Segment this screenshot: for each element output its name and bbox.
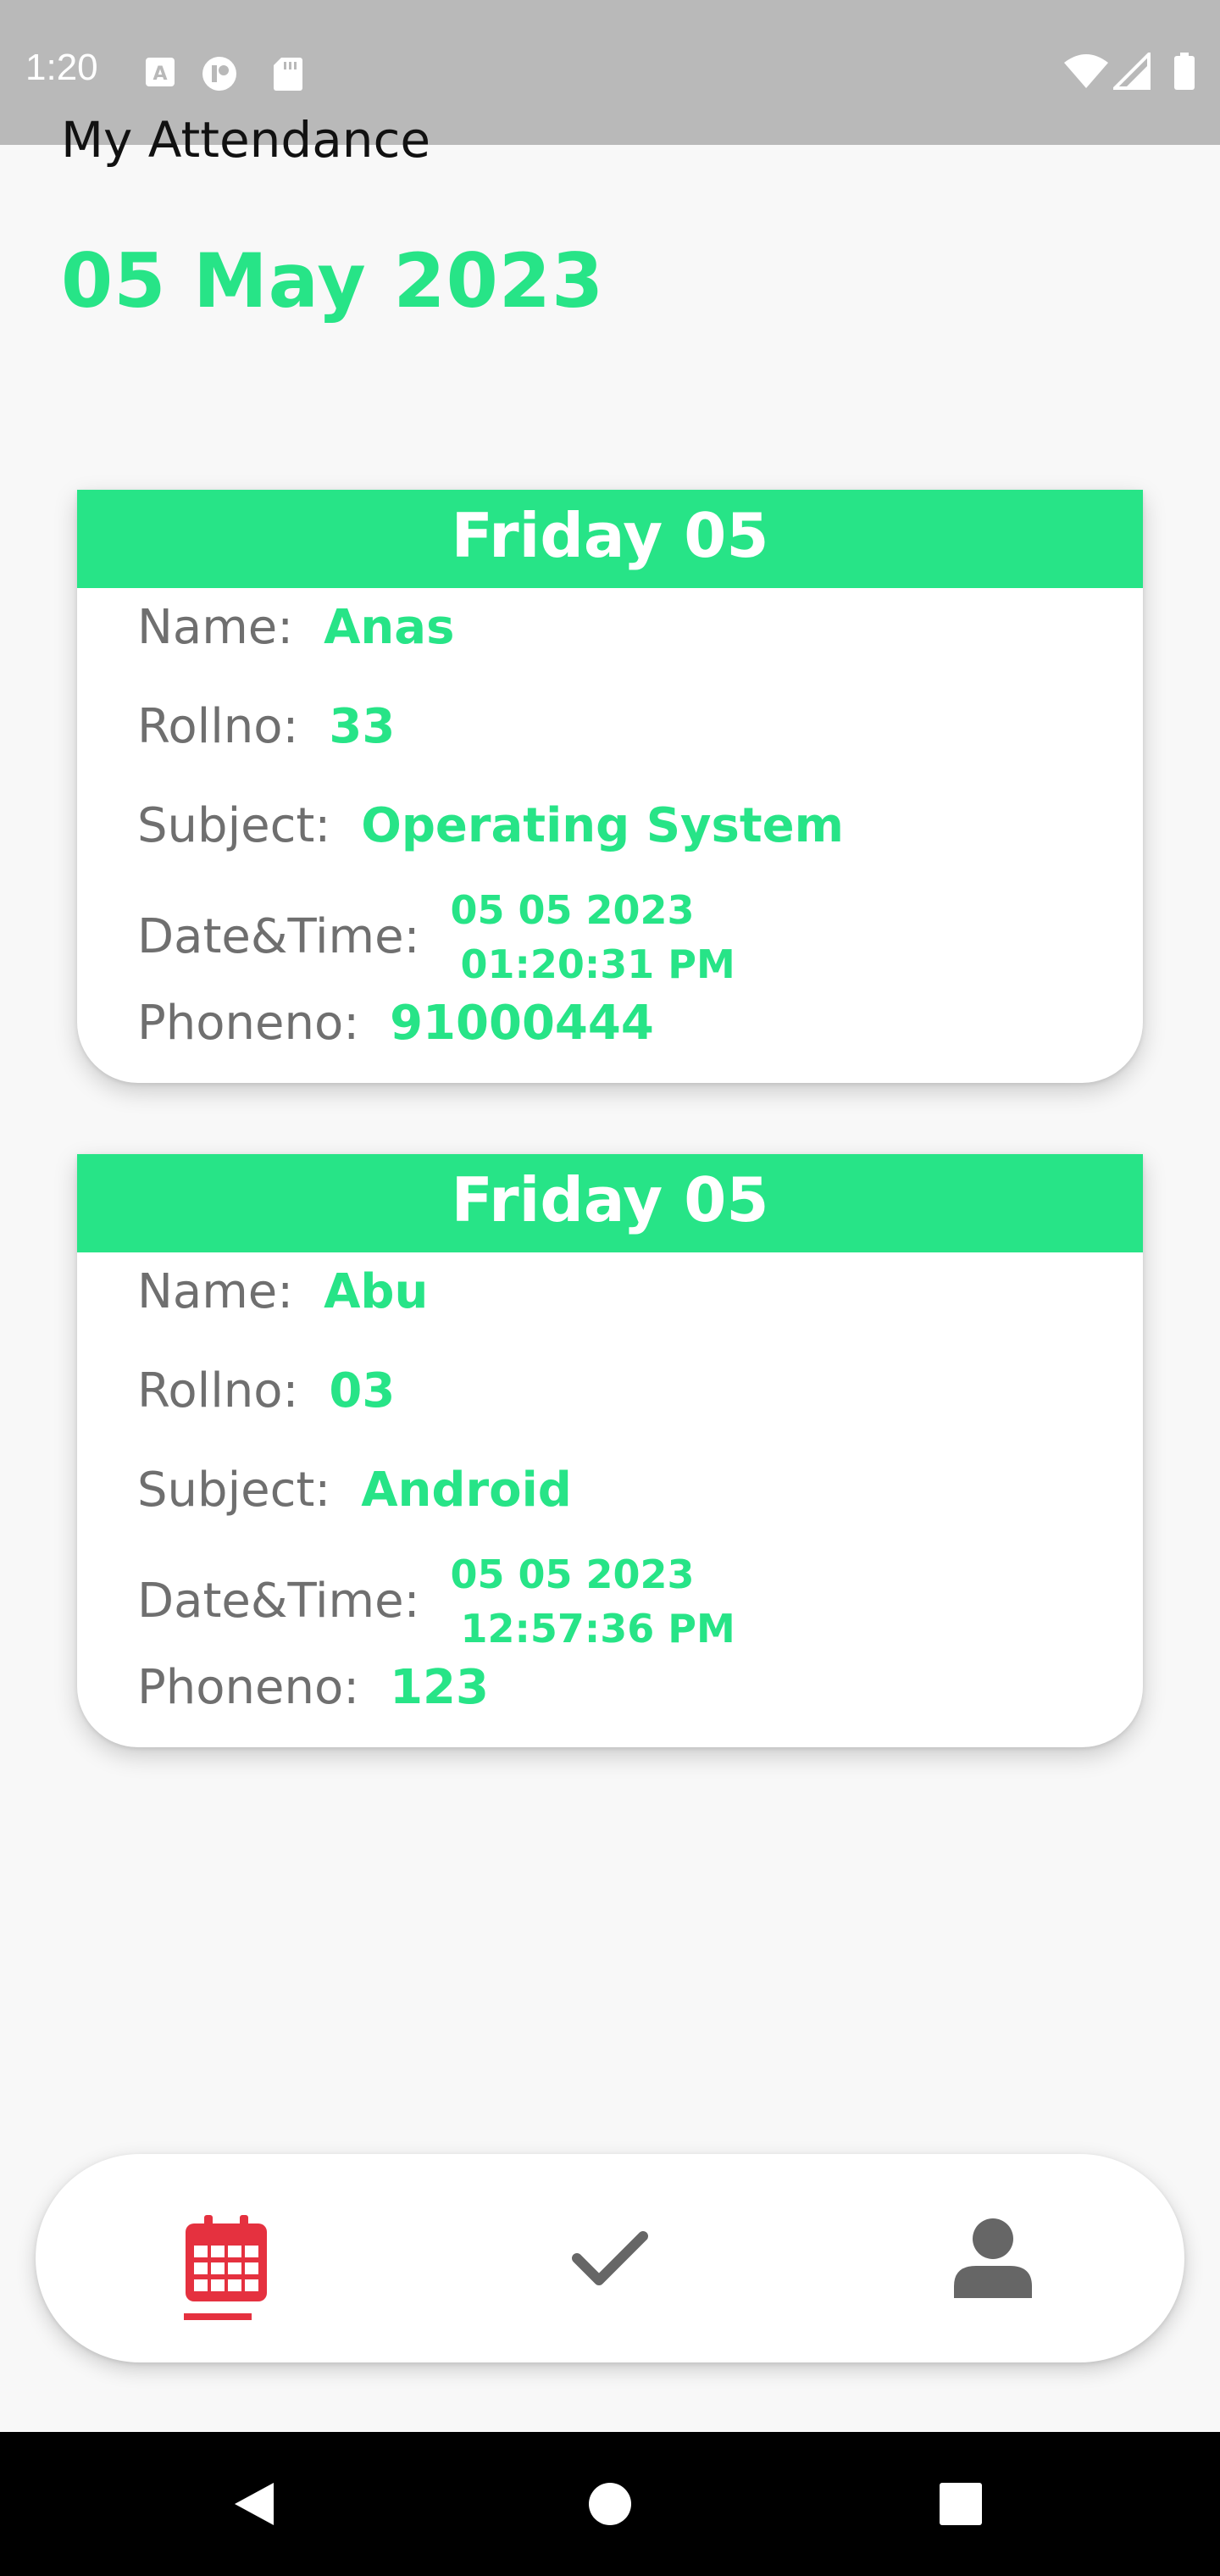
rollno-label: Rollno: — [137, 699, 299, 754]
page-title: My Attendance — [61, 111, 431, 169]
datetime-label: Date&Time: — [137, 909, 420, 964]
battery-icon — [1174, 53, 1195, 90]
card-day-header: Friday 05 — [77, 490, 1143, 588]
subject-value: Android — [361, 1463, 572, 1518]
name-row: Name: Abu — [137, 1269, 428, 1316]
subject-row: Subject: Android — [137, 1467, 572, 1514]
name-label: Name: — [137, 600, 294, 655]
subject-row: Subject: Operating System — [137, 802, 844, 850]
active-tab-indicator — [184, 2313, 252, 2320]
rollno-label: Rollno: — [137, 1363, 299, 1418]
back-triangle-icon — [235, 2483, 274, 2525]
time-value: 01:20:31 PM — [460, 941, 735, 987]
datetime-row: Date&Time: 05 05 2023 12:57:36 PM — [137, 1547, 735, 1656]
cellular-signal-icon — [1113, 53, 1151, 90]
home-circle-icon — [589, 2483, 631, 2525]
keyboard-notification-icon: A — [146, 58, 175, 86]
datetime-value: 05 05 2023 01:20:31 PM — [450, 883, 735, 991]
name-value: Abu — [324, 1264, 429, 1319]
name-value: Anas — [324, 600, 455, 655]
sd-card-icon — [274, 58, 302, 91]
nav-check-tab[interactable] — [525, 2154, 695, 2362]
subject-label: Subject: — [137, 798, 331, 853]
subject-value: Operating System — [361, 798, 844, 853]
svg-text:A: A — [152, 64, 167, 85]
card-day-header: Friday 05 — [77, 1154, 1143, 1252]
system-home-button[interactable] — [576, 2432, 644, 2576]
attendance-card: Friday 05 Name: Anas Rollno: 33 Subject:… — [77, 490, 1143, 1083]
nav-profile-tab[interactable] — [908, 2154, 1078, 2362]
attendance-card: Friday 05 Name: Abu Rollno: 03 Subject: … — [77, 1154, 1143, 1747]
datetime-value: 05 05 2023 12:57:36 PM — [450, 1547, 735, 1656]
app-notification-icon — [202, 57, 236, 91]
rollno-row: Rollno: 33 — [137, 703, 395, 751]
system-navigation-bar — [0, 2432, 1220, 2576]
recents-square-icon — [940, 2483, 982, 2525]
name-label: Name: — [137, 1264, 294, 1319]
name-row: Name: Anas — [137, 604, 454, 652]
check-icon — [572, 2231, 648, 2285]
rollno-row: Rollno: 03 — [137, 1368, 395, 1415]
datetime-label: Date&Time: — [137, 1574, 420, 1629]
phone-value: 123 — [390, 1660, 489, 1715]
phone-label: Phoneno: — [137, 996, 360, 1051]
rollno-value: 33 — [329, 699, 396, 754]
datetime-row: Date&Time: 05 05 2023 01:20:31 PM — [137, 883, 735, 991]
person-icon — [954, 2218, 1032, 2298]
status-time: 1:20 — [25, 47, 98, 88]
date-heading: 05 May 2023 — [61, 237, 605, 325]
bottom-navigation — [36, 2154, 1184, 2362]
wifi-icon — [1064, 54, 1108, 88]
phone-row: Phoneno: 91000444 — [137, 1000, 654, 1047]
phone-row: Phoneno: 123 — [137, 1664, 489, 1712]
date-value: 05 05 2023 — [450, 887, 695, 933]
rollno-value: 03 — [329, 1363, 396, 1418]
system-recents-button[interactable] — [927, 2432, 995, 2576]
nav-calendar-tab[interactable] — [141, 2154, 311, 2362]
subject-label: Subject: — [137, 1463, 331, 1518]
time-value: 12:57:36 PM — [460, 1606, 735, 1652]
phone-value: 91000444 — [390, 996, 654, 1051]
system-back-button[interactable] — [220, 2432, 288, 2576]
phone-label: Phoneno: — [137, 1660, 360, 1715]
date-value: 05 05 2023 — [450, 1552, 695, 1597]
calendar-icon — [186, 2215, 267, 2301]
